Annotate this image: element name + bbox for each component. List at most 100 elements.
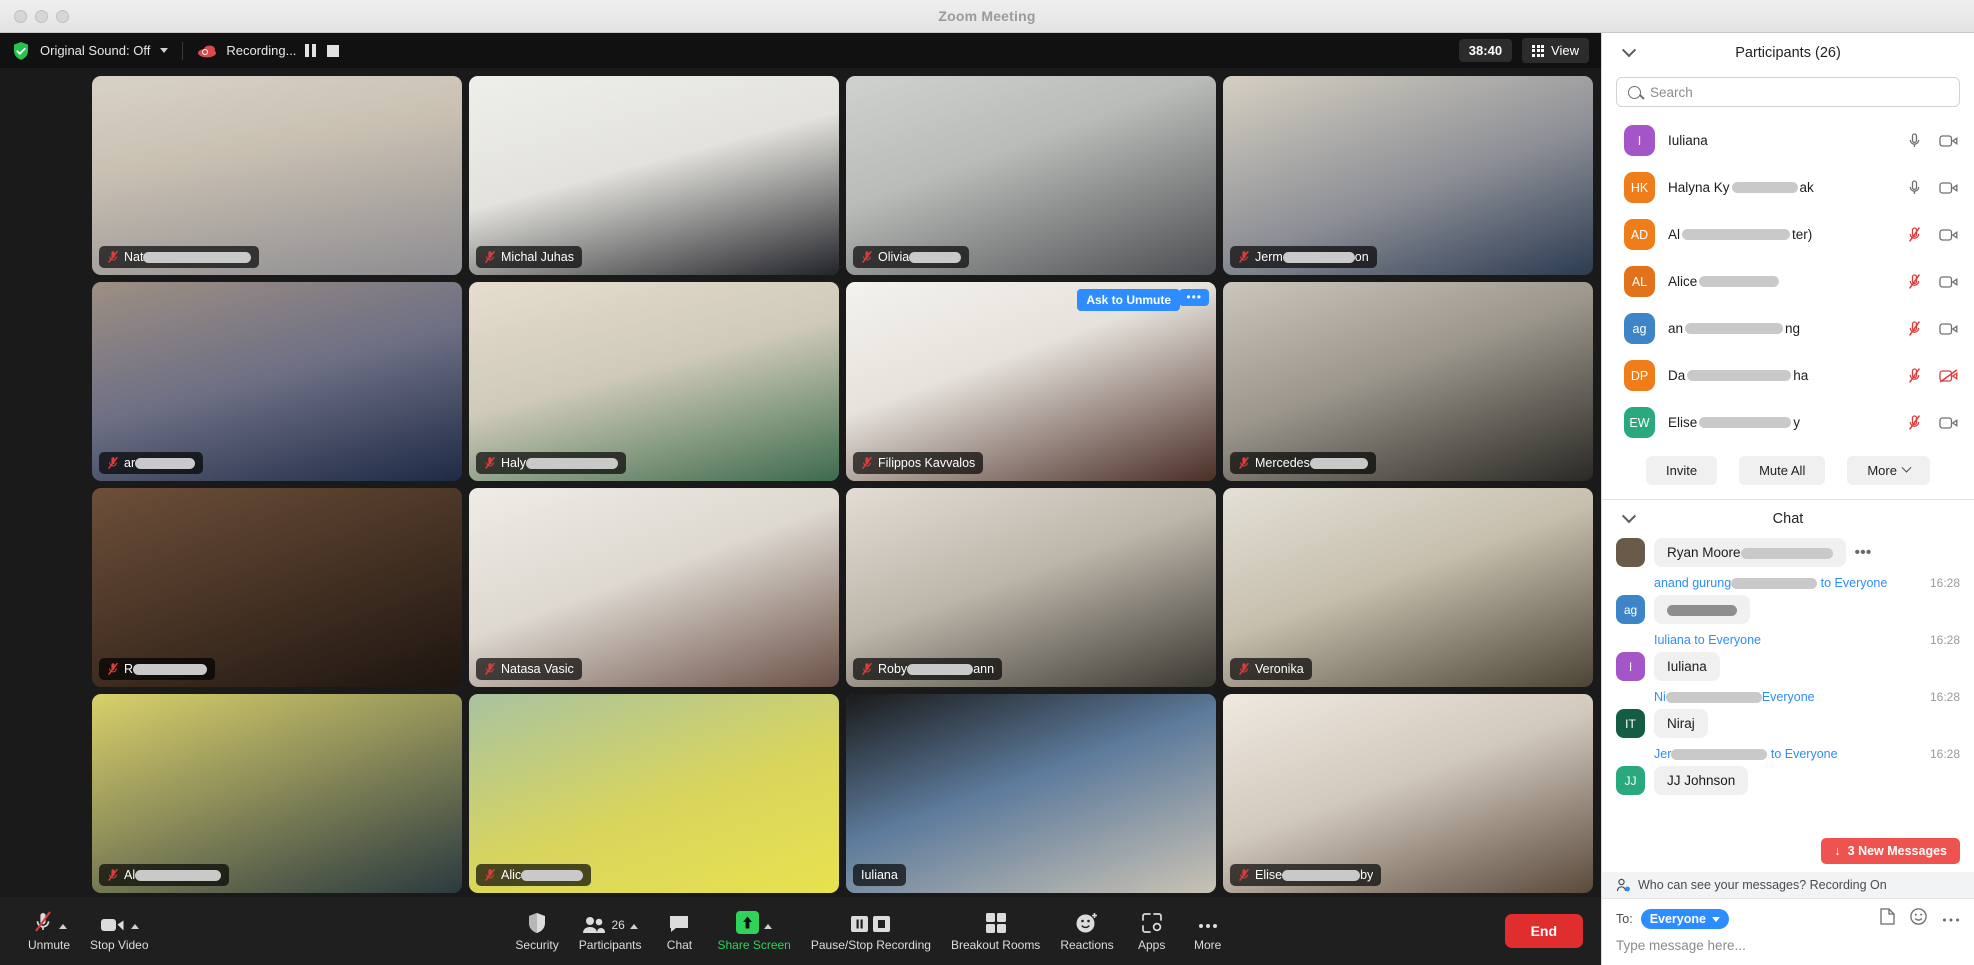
- chat-messages-list[interactable]: Ryan Moore ••• anand gurung to Everyone 16:…: [1602, 538, 1974, 872]
- security-button[interactable]: Security: [505, 910, 568, 952]
- pause-stop-recording-button[interactable]: Pause/Stop Recording: [801, 910, 941, 952]
- microphone-muted-icon: [484, 662, 496, 676]
- emoji-icon[interactable]: [1910, 908, 1927, 930]
- participant-status-icons[interactable]: [1907, 273, 1958, 290]
- participants-label: Participants: [578, 938, 642, 952]
- participant-name: Alic: [501, 868, 584, 882]
- video-tile[interactable]: Mercedes: [1223, 282, 1593, 481]
- video-tile[interactable]: ar: [92, 282, 462, 481]
- participant-name-tag: Haly: [476, 452, 627, 474]
- participant-status-icons[interactable]: [1907, 179, 1958, 196]
- participant-status-icons[interactable]: [1907, 367, 1958, 384]
- pause-recording-button[interactable]: [305, 44, 318, 57]
- ask-to-unmute-button[interactable]: Ask to Unmute: [1077, 289, 1180, 311]
- chevron-down-icon: [1711, 916, 1720, 922]
- view-button[interactable]: View: [1522, 38, 1589, 63]
- microphone-muted-icon: [1908, 415, 1921, 430]
- participant-name: Michal Juhas: [501, 250, 574, 264]
- video-tile[interactable]: Michal Juhas: [469, 76, 839, 275]
- microphone-muted-icon: [107, 868, 119, 882]
- video-tile[interactable]: Veronika: [1223, 488, 1593, 687]
- participant-row[interactable]: AD Al ter): [1602, 211, 1974, 258]
- avatar: ag: [1616, 595, 1645, 624]
- microphone-muted-icon: [1908, 321, 1921, 336]
- participant-name: R: [124, 662, 208, 676]
- breakout-rooms-label: Breakout Rooms: [950, 938, 1041, 952]
- audio-options-chevron-icon[interactable]: [58, 924, 67, 929]
- video-options-chevron-icon[interactable]: [130, 924, 139, 929]
- chat-button[interactable]: Chat: [651, 910, 707, 952]
- chat-message-meta: Ni Everyone 16:28: [1616, 690, 1960, 704]
- breakout-rooms-button[interactable]: Breakout Rooms: [941, 910, 1050, 952]
- recipient-dropdown[interactable]: Everyone: [1640, 909, 1729, 929]
- avatar: [1616, 538, 1645, 567]
- more-dots-icon: [1196, 910, 1220, 934]
- chat-message-more-icon[interactable]: •••: [1855, 544, 1872, 562]
- unmute-button[interactable]: Unmute: [18, 910, 80, 952]
- share-screen-button[interactable]: Share Screen: [707, 910, 800, 952]
- stop-video-button[interactable]: Stop Video: [80, 910, 159, 952]
- share-options-chevron-icon[interactable]: [764, 924, 773, 929]
- new-messages-button[interactable]: ↓ 3 New Messages: [1821, 838, 1960, 864]
- participant-name-tag: Alic: [476, 864, 592, 886]
- apps-button[interactable]: Apps: [1124, 910, 1180, 952]
- participants-count: 26: [611, 918, 625, 932]
- chat-message-input[interactable]: Type message here...: [1616, 938, 1960, 953]
- composer-more-icon[interactable]: [1942, 910, 1960, 928]
- original-sound-label[interactable]: Original Sound: Off: [40, 43, 150, 58]
- collapse-participants-chevron-icon[interactable]: [1621, 43, 1637, 58]
- microphone-muted-icon: [484, 250, 496, 264]
- reactions-button[interactable]: Reactions: [1050, 910, 1123, 952]
- invite-button[interactable]: Invite: [1646, 456, 1718, 485]
- redacted-text: [1667, 604, 1737, 616]
- participants-button[interactable]: 26 Participants: [569, 910, 652, 952]
- microphone-muted-icon: [861, 662, 873, 676]
- video-tile[interactable]: Ask to Unmute ••• Filippos Kavvalos: [846, 282, 1216, 481]
- avatar: HK: [1624, 172, 1655, 203]
- microphone-muted-icon: [1238, 250, 1250, 264]
- chat-privacy-note[interactable]: Who can see your messages? Recording On: [1602, 872, 1974, 898]
- participant-status-icons[interactable]: [1907, 320, 1958, 337]
- stop-recording-button[interactable]: [327, 44, 340, 57]
- participant-row[interactable]: EW Elise y: [1602, 399, 1974, 446]
- video-tile[interactable]: Haly: [469, 282, 839, 481]
- participant-row[interactable]: ag an ng: [1602, 305, 1974, 352]
- encryption-shield-icon[interactable]: [12, 41, 30, 61]
- mute-all-button[interactable]: Mute All: [1739, 456, 1826, 485]
- redacted-text: [1731, 578, 1818, 590]
- microphone-muted-icon: [107, 250, 119, 264]
- share-screen-label: Share Screen: [717, 938, 791, 952]
- participant-row[interactable]: HK Halyna Ky ak: [1602, 164, 1974, 211]
- video-tile[interactable]: Elise by: [1223, 694, 1593, 893]
- participant-status-icons[interactable]: [1907, 132, 1958, 149]
- video-tile[interactable]: Olivia: [846, 76, 1216, 275]
- participant-row[interactable]: I Iuliana: [1602, 117, 1974, 164]
- more-button[interactable]: More: [1180, 910, 1236, 952]
- participant-status-icons[interactable]: [1907, 414, 1958, 431]
- video-tile[interactable]: Roby ann: [846, 488, 1216, 687]
- to-label: To:: [1616, 912, 1633, 926]
- search-input[interactable]: Search: [1616, 77, 1960, 107]
- video-tile[interactable]: R: [92, 488, 462, 687]
- participant-status-icons[interactable]: [1907, 226, 1958, 243]
- tile-more-button[interactable]: •••: [1179, 289, 1209, 306]
- video-tile[interactable]: Al: [92, 694, 462, 893]
- file-attach-icon[interactable]: [1880, 908, 1895, 930]
- end-meeting-button[interactable]: End: [1504, 914, 1584, 948]
- stop-video-label: Stop Video: [90, 938, 149, 952]
- participants-chevron-icon[interactable]: [629, 924, 638, 929]
- video-tile[interactable]: Jerm on: [1223, 76, 1593, 275]
- participant-row[interactable]: DP Da ha: [1602, 352, 1974, 399]
- recording-cloud-icon: [197, 44, 217, 58]
- collapse-chat-chevron-icon[interactable]: [1621, 509, 1637, 524]
- chevron-down-icon[interactable]: [160, 48, 169, 53]
- participant-row[interactable]: AL Alice: [1602, 258, 1974, 305]
- participants-more-button[interactable]: More: [1847, 456, 1930, 485]
- participant-name-tag: Filippos Kavvalos: [853, 452, 984, 474]
- participant-name: Haly: [501, 456, 619, 470]
- video-tile[interactable]: Nat: [92, 76, 462, 275]
- video-tile[interactable]: Natasa Vasic: [469, 488, 839, 687]
- video-tile[interactable]: Iuliana: [846, 694, 1216, 893]
- video-tile[interactable]: Alic: [469, 694, 839, 893]
- microphone-muted-icon: [1238, 868, 1250, 882]
